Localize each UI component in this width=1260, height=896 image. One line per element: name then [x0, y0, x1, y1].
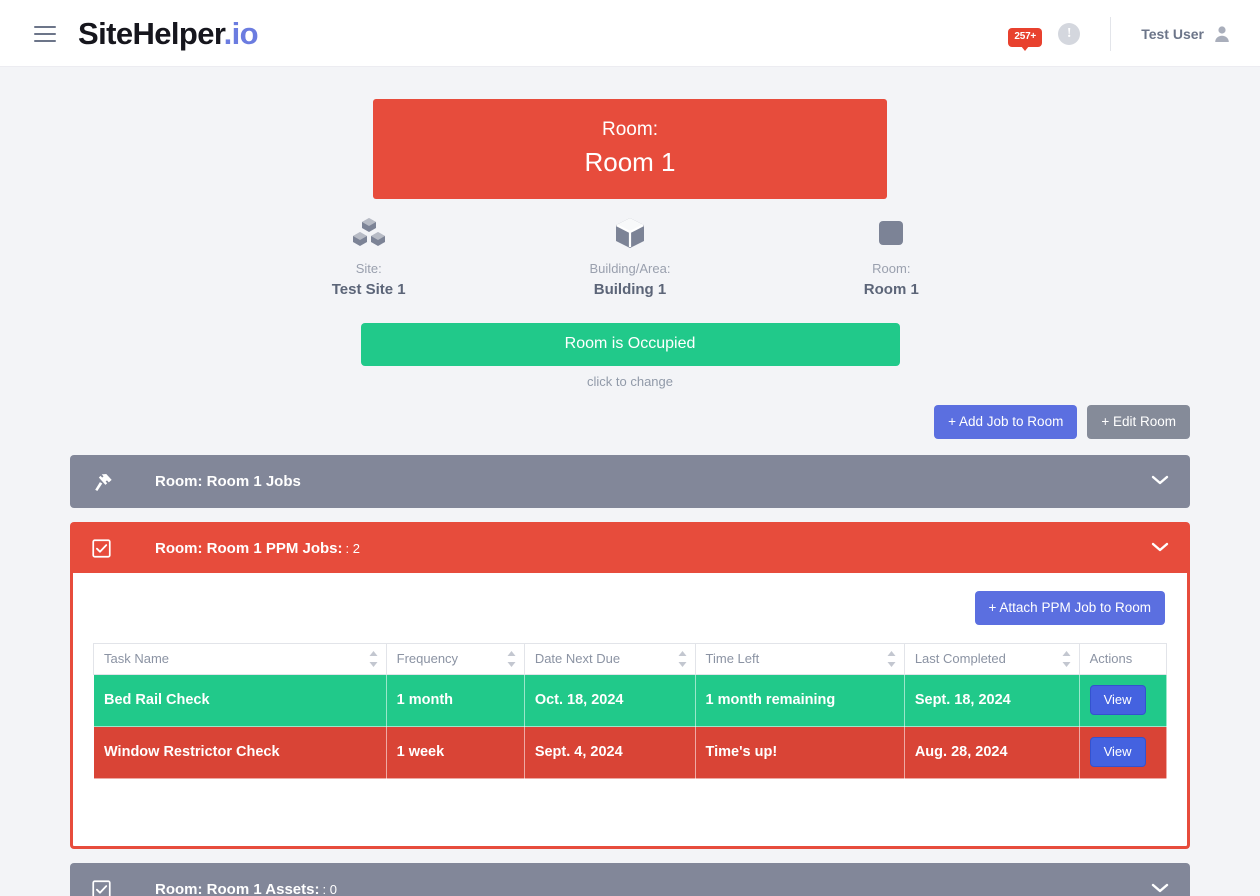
panel-room-ppm-jobs-header[interactable]: Room: Room 1 PPM Jobs:: 2	[70, 522, 1190, 575]
edit-room-button[interactable]: + Edit Room	[1087, 405, 1190, 439]
column-label: Actions	[1089, 651, 1133, 666]
panel-assets-count: : 0	[322, 882, 337, 896]
breadcrumb-site[interactable]: Site: Test Site 1	[240, 213, 497, 298]
cell-date-next-due: Oct. 18, 2024	[523, 674, 696, 727]
panel-room-jobs-header[interactable]: Room: Room 1 Jobs	[70, 455, 1190, 508]
column-label: Date Next Due	[534, 651, 621, 666]
breadcrumb-room-value: Room 1	[863, 281, 919, 298]
cell-date-next-due: Sept. 4, 2024	[523, 726, 696, 779]
info-glyph: !	[1066, 25, 1072, 41]
checkbox-checked-icon	[92, 539, 118, 558]
column-header-time-left[interactable]: Time Left	[694, 643, 905, 675]
column-header-date-next-due[interactable]: Date Next Due	[523, 643, 696, 675]
add-job-to-room-button[interactable]: + Add Job to Room	[934, 405, 1078, 439]
ppm-jobs-table: Task Name Frequency Date Next Due Time L…	[93, 643, 1168, 779]
breadcrumb-room[interactable]: Room: Room 1	[763, 213, 1020, 298]
notification-count-badge: 257+	[1008, 27, 1043, 51]
cell-last-completed: Aug. 28, 2024	[903, 726, 1080, 779]
panel-ppm-title-text: Room: Room 1 PPM Jobs:	[155, 540, 343, 557]
sort-arrows-icon	[678, 651, 687, 670]
cell-actions: View	[1078, 726, 1168, 779]
header-right-cluster: 257+ ! Test User	[1002, 0, 1236, 67]
notifications-button[interactable]: 257+	[1002, 14, 1048, 54]
breadcrumb-building[interactable]: Building/Area: Building 1	[501, 213, 758, 298]
breadcrumb-building-label: Building/Area:	[589, 261, 671, 276]
room-action-buttons: + Add Job to Room + Edit Room	[70, 405, 1190, 439]
cell-actions: View	[1078, 674, 1168, 727]
chevron-down-icon[interactable]	[1150, 473, 1170, 491]
sort-arrows-icon	[507, 651, 516, 670]
panel-room-assets-header[interactable]: Room: Room 1 Assets:: 0	[70, 863, 1190, 896]
hamburger-line	[34, 25, 56, 28]
chevron-down-icon[interactable]	[1150, 540, 1170, 558]
cell-frequency: 1 month	[385, 674, 525, 727]
room-banner-value: Room 1	[584, 147, 676, 177]
column-header-actions: Actions	[1078, 643, 1168, 675]
info-circle-icon[interactable]: !	[1058, 22, 1081, 45]
location-breadcrumb: Site: Test Site 1 Building/Area: Buildin…	[240, 213, 1020, 298]
checkbox-checked-icon	[92, 880, 118, 896]
brand-name: SiteHelper	[78, 15, 224, 51]
cubes-icon	[240, 213, 497, 253]
table-row: Window Restrictor Check 1 week Sept. 4, …	[93, 726, 1168, 779]
panel-room-ppm-jobs-body: + Attach PPM Job to Room Task Name Frequ…	[70, 573, 1190, 849]
panel-room-jobs: Room: Room 1 Jobs	[70, 455, 1190, 508]
ppm-table-header-row: Task Name Frequency Date Next Due Time L…	[93, 643, 1168, 675]
sort-arrows-icon	[1062, 651, 1071, 670]
breadcrumb-site-label: Site:	[355, 261, 382, 276]
panel-room-jobs-title: Room: Room 1 Jobs	[155, 473, 301, 490]
panel-assets-title-text: Room: Room 1 Assets:	[155, 881, 320, 896]
hamburger-menu-icon[interactable]	[34, 25, 56, 42]
chevron-down-icon[interactable]	[1150, 881, 1170, 896]
breadcrumb-site-value: Test Site 1	[331, 281, 406, 298]
panel-room-ppm-jobs: Room: Room 1 PPM Jobs:: 2 + Attach PPM J…	[70, 522, 1190, 849]
room-banner-label: Room:	[602, 119, 658, 140]
breadcrumb-room-label: Room:	[872, 261, 911, 276]
table-row: Bed Rail Check 1 month Oct. 18, 2024 1 m…	[93, 674, 1168, 727]
user-avatar-icon	[1215, 25, 1229, 42]
column-header-last-completed[interactable]: Last Completed	[903, 643, 1080, 675]
column-label: Frequency	[396, 651, 459, 666]
cell-last-completed: Sept. 18, 2024	[903, 674, 1080, 727]
cell-time-left: Time's up!	[694, 726, 905, 779]
header-divider	[1110, 16, 1112, 51]
brand-suffix: .io	[223, 15, 259, 51]
room-square-icon	[763, 213, 1020, 253]
cell-task-name: Bed Rail Check	[93, 674, 387, 727]
breadcrumb-building-value: Building 1	[593, 281, 667, 298]
box-3d-icon	[501, 213, 758, 253]
user-name-label: Test User	[1141, 25, 1204, 42]
panel-ppm-count: : 2	[345, 541, 360, 556]
occupancy-hint-text: click to change	[587, 374, 673, 389]
room-occupancy-toggle-button[interactable]: Room is Occupied	[360, 323, 900, 366]
column-header-task-name[interactable]: Task Name	[93, 643, 387, 675]
room-title-banner: Room: Room 1	[373, 99, 887, 199]
top-header-bar: SiteHelper.io 257+ ! Test User	[0, 0, 1260, 67]
panel-room-ppm-jobs-title: Room: Room 1 PPM Jobs:: 2	[155, 540, 360, 557]
ppm-body-actions: + Attach PPM Job to Room	[93, 591, 1167, 625]
hammer-icon	[92, 471, 118, 493]
sort-arrows-icon	[369, 651, 378, 670]
brand-logo[interactable]: SiteHelper.io	[78, 15, 259, 52]
view-ppm-job-button[interactable]: View	[1089, 685, 1146, 715]
column-label: Time Left	[705, 651, 760, 666]
hamburger-line	[34, 32, 56, 35]
cell-frequency: 1 week	[385, 726, 525, 779]
hamburger-line	[34, 39, 56, 42]
column-header-frequency[interactable]: Frequency	[385, 643, 525, 675]
view-ppm-job-button[interactable]: View	[1089, 737, 1146, 767]
attach-ppm-job-to-room-button[interactable]: + Attach PPM Job to Room	[974, 591, 1165, 625]
panel-room-assets-title: Room: Room 1 Assets:: 0	[155, 881, 337, 896]
ppm-table-body: Bed Rail Check 1 month Oct. 18, 2024 1 m…	[93, 674, 1168, 779]
ppm-table-head: Task Name Frequency Date Next Due Time L…	[93, 643, 1168, 675]
cell-time-left: 1 month remaining	[694, 674, 905, 727]
panel-room-assets: Room: Room 1 Assets:: 0	[70, 863, 1190, 896]
cell-task-name: Window Restrictor Check	[93, 726, 387, 779]
column-label: Task Name	[104, 651, 170, 666]
column-label: Last Completed	[914, 651, 1006, 666]
room-panels-list: Room: Room 1 Jobs Room: Room 1 PPM Jobs:…	[70, 455, 1190, 896]
sort-arrows-icon	[887, 651, 896, 670]
room-hero-section: Room: Room 1 Site: Test Site 1 Building/…	[0, 67, 1260, 439]
user-menu[interactable]: Test User	[1141, 25, 1236, 43]
